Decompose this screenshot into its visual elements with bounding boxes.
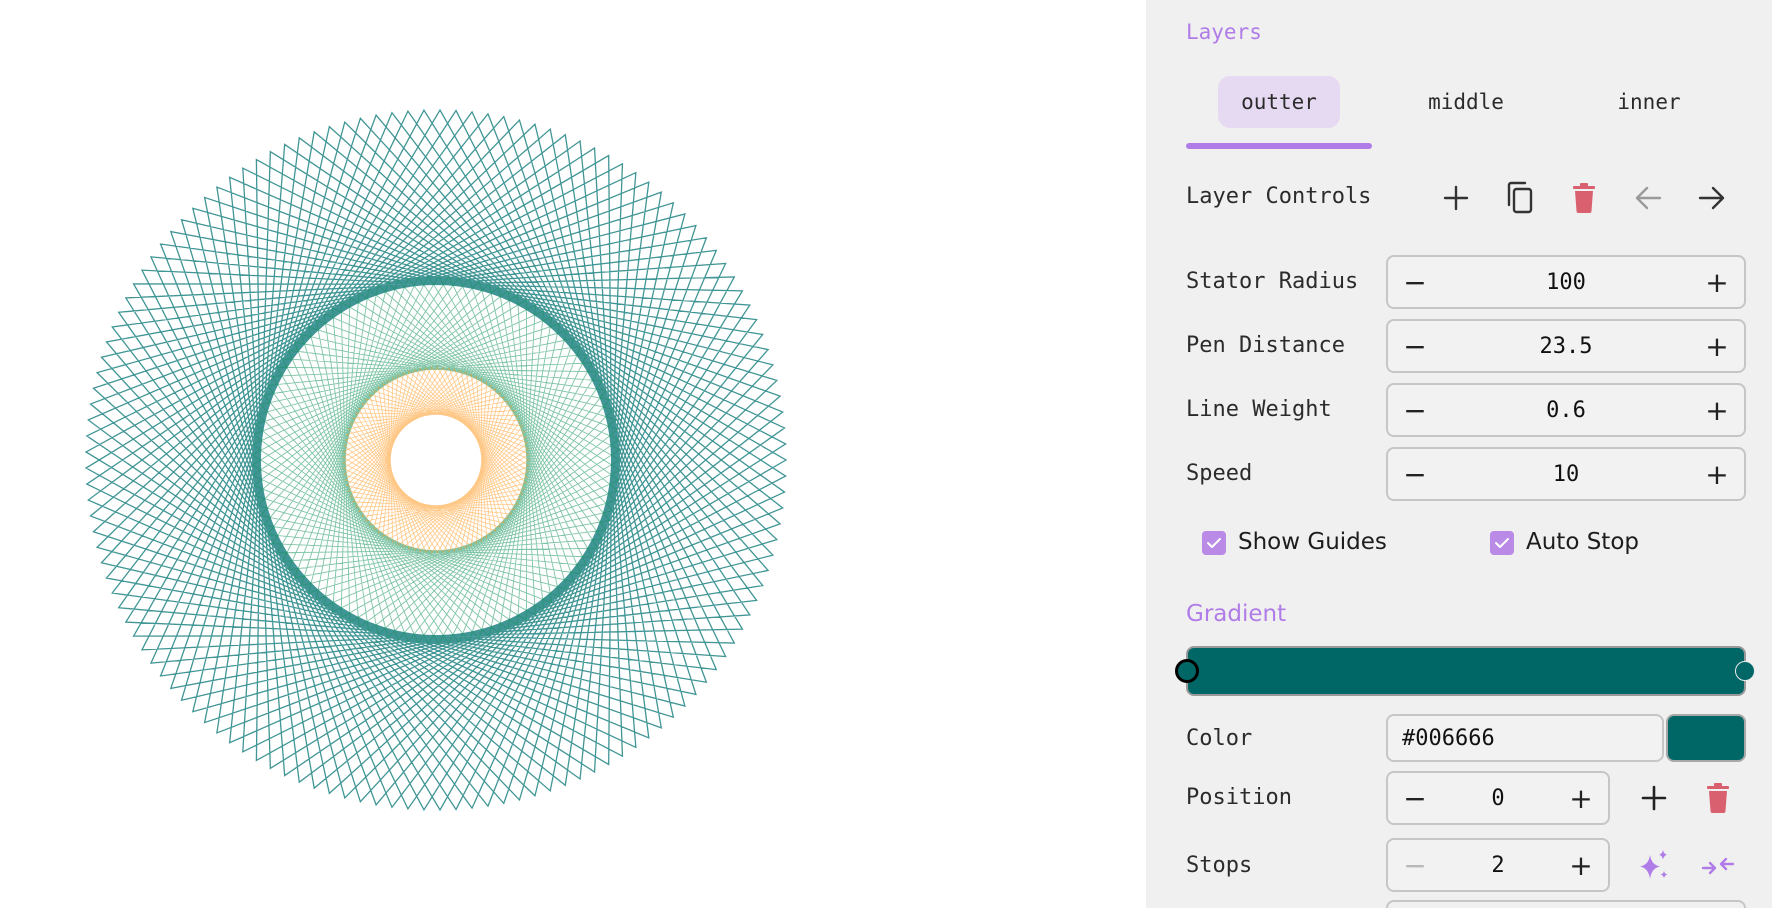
stops-stepper: − 2 + [1386,838,1610,892]
move-layer-left-button[interactable] [1628,178,1668,218]
copy-icon [1507,181,1533,214]
position-decrement[interactable]: − [1388,773,1442,823]
gradient-stop-start[interactable] [1175,659,1199,683]
delete-icon [1707,783,1729,813]
delete-stop-button[interactable] [1698,778,1738,818]
speed-value[interactable]: 10 [1442,462,1690,487]
gradient-bar[interactable] [1186,646,1746,696]
line-weight-label: Line Weight [1186,397,1332,422]
add-stop-button[interactable] [1634,778,1674,818]
stator-radius-value[interactable]: 100 [1442,270,1690,295]
line-weight-decrement[interactable]: − [1388,385,1442,435]
gradient-title: Gradient [1186,601,1287,627]
compress-arrows-icon [1701,857,1735,875]
position-increment[interactable]: + [1554,773,1608,823]
stator-radius-stepper: − 100 + [1386,255,1746,309]
position-label: Position [1186,785,1292,810]
color-label: Color [1186,726,1253,751]
randomize-gradient-button[interactable] [1634,846,1674,886]
outer-layer-curve [84,108,788,812]
speed-stepper: − 10 + [1386,447,1746,501]
speed-label: Speed [1186,461,1253,486]
spirograph-canvas[interactable] [0,0,1146,908]
checkmark-icon [1495,538,1509,548]
compress-gradient-button[interactable] [1698,846,1738,886]
delete-layer-button[interactable] [1564,178,1604,218]
spirograph-drawing [84,108,788,812]
show-guides-label: Show Guides [1238,529,1387,555]
pen-distance-decrement[interactable]: − [1388,321,1442,371]
delete-icon [1573,183,1595,213]
stops-increment[interactable]: + [1554,840,1608,890]
pen-distance-value[interactable]: 23.5 [1442,334,1690,359]
tab-outter[interactable]: outter [1218,76,1340,128]
position-stepper: − 0 + [1386,771,1610,825]
checkmark-icon [1207,538,1221,548]
move-layer-right-button[interactable] [1692,178,1732,218]
speed-increment[interactable]: + [1690,449,1744,499]
pen-distance-label: Pen Distance [1186,333,1345,358]
control-panel: Layers outter middle inner Layer Control… [1146,0,1772,908]
add-icon [1641,785,1667,811]
add-icon [1443,185,1469,211]
pen-distance-stepper: − 23.5 + [1386,319,1746,373]
speed-decrement[interactable]: − [1388,449,1442,499]
arrow-right-icon [1698,186,1725,210]
pen-distance-increment[interactable]: + [1690,321,1744,371]
tab-middle[interactable]: middle [1406,76,1526,128]
tab-inner[interactable]: inner [1594,76,1704,128]
color-hex-input[interactable]: #006666 [1386,714,1664,762]
gradient-stop-end[interactable] [1735,661,1755,681]
auto-stop-label: Auto Stop [1526,529,1640,555]
layer-controls-label: Layer Controls [1186,184,1372,209]
sparkle-icon [1640,850,1668,879]
stops-label: Stops [1186,853,1253,878]
add-layer-button[interactable] [1436,178,1476,218]
stator-radius-decrement[interactable]: − [1388,257,1442,307]
arrow-left-icon [1635,186,1662,210]
stops-decrement[interactable]: − [1388,840,1442,890]
next-control-edge [1386,900,1746,908]
stops-value[interactable]: 2 [1442,853,1554,878]
position-value[interactable]: 0 [1442,786,1554,811]
line-weight-value[interactable]: 0.6 [1442,398,1690,423]
line-weight-increment[interactable]: + [1690,385,1744,435]
color-swatch[interactable] [1666,714,1746,762]
auto-stop-checkbox[interactable] [1490,531,1514,555]
duplicate-layer-button[interactable] [1500,178,1540,218]
show-guides-checkbox[interactable] [1202,531,1226,555]
line-weight-stepper: − 0.6 + [1386,383,1746,437]
active-tab-indicator [1186,143,1372,149]
stator-radius-label: Stator Radius [1186,269,1359,294]
layers-title: Layers [1186,20,1262,44]
stator-radius-increment[interactable]: + [1690,257,1744,307]
